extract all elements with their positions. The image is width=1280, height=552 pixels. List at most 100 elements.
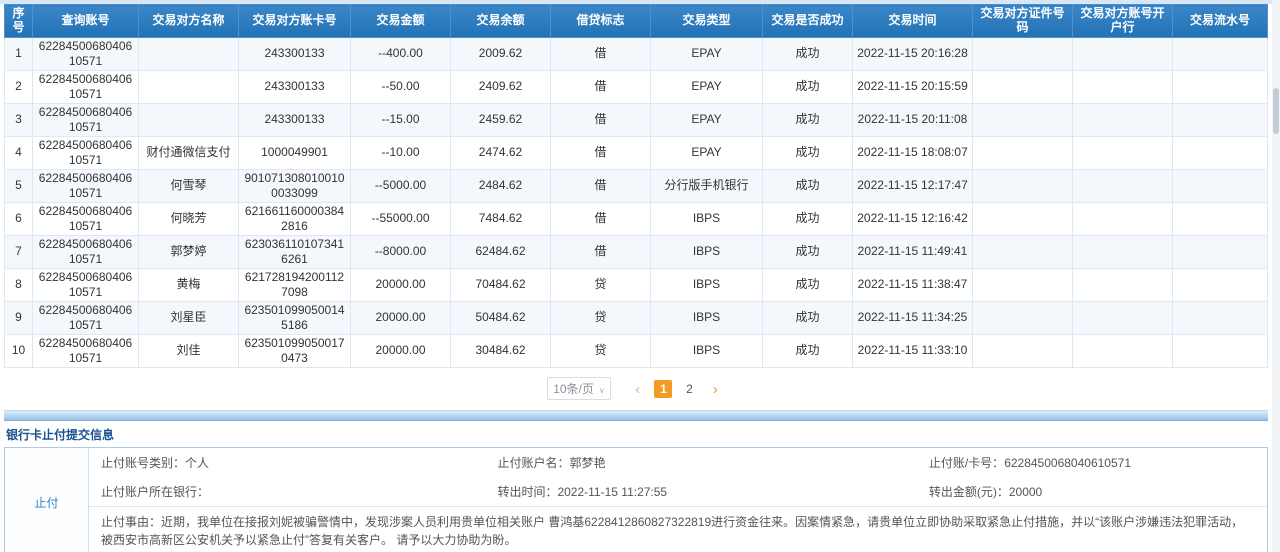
cell: 6228450068040610571 (33, 268, 139, 301)
cell (1073, 37, 1173, 70)
cell (973, 202, 1073, 235)
cell: 借 (551, 136, 651, 169)
cell: 20000.00 (351, 301, 451, 334)
column-header: 交易对方名称 (139, 5, 239, 38)
section-divider-bar (4, 410, 1268, 421)
column-header: 交易对方账卡号 (239, 5, 351, 38)
cell: 243300133 (239, 70, 351, 103)
cell: 62484.62 (451, 235, 551, 268)
cell: 借 (551, 202, 651, 235)
cell: 借 (551, 37, 651, 70)
cell: 2022-11-15 12:16:42 (853, 202, 973, 235)
cell: 4 (5, 136, 33, 169)
scrollbar-thumb[interactable] (1273, 88, 1279, 134)
cell (1173, 136, 1268, 169)
cell (1173, 301, 1268, 334)
cell: --15.00 (351, 103, 451, 136)
field-stop-bank: 止付账户所在银行： (101, 483, 497, 500)
cell: 成功 (763, 268, 853, 301)
cell: 6228450068040610571 (33, 70, 139, 103)
cell (1073, 169, 1173, 202)
cell: 2022-11-15 18:08:07 (853, 136, 973, 169)
cell: 财付通微信支付 (139, 136, 239, 169)
page-button-1[interactable]: 1 (654, 380, 672, 398)
cell: 成功 (763, 37, 853, 70)
cell: 2022-11-15 20:15:59 (853, 70, 973, 103)
cell: 7484.62 (451, 202, 551, 235)
cell (973, 301, 1073, 334)
cell: 2009.62 (451, 37, 551, 70)
cell: 贷 (551, 301, 651, 334)
table-row: 106228450068040610571刘佳62350109905001704… (5, 334, 1268, 367)
cell: IBPS (651, 235, 763, 268)
cell: 1 (5, 37, 33, 70)
page-size-select[interactable]: 10条/页 ∨ (547, 377, 611, 400)
cell: 成功 (763, 202, 853, 235)
cell: 6228450068040610571 (33, 169, 139, 202)
column-header: 序号 (5, 5, 33, 38)
cell: 2484.62 (451, 169, 551, 202)
cell (1073, 70, 1173, 103)
cell: 2022-11-15 11:34:25 (853, 301, 973, 334)
cell: IBPS (651, 268, 763, 301)
cell (973, 334, 1073, 367)
cell: 6228450068040610571 (33, 334, 139, 367)
group-label-stop: 止付 (5, 448, 89, 552)
cell: IBPS (651, 334, 763, 367)
cell: 贷 (551, 334, 651, 367)
cell (1073, 136, 1173, 169)
stop-payment-section-title: 银行卡止付提交信息 (4, 421, 1268, 447)
cell: 30484.62 (451, 334, 551, 367)
cell: 50484.62 (451, 301, 551, 334)
column-header: 交易时间 (853, 5, 973, 38)
field-stop-card-no: 止付账/卡号：6228450068040610571 (929, 454, 1267, 471)
cell (973, 169, 1073, 202)
table-row: 26228450068040610571243300133--50.002409… (5, 70, 1268, 103)
cell: 6216611600003842816 (239, 202, 351, 235)
cell: EPAY (651, 103, 763, 136)
cell: EPAY (651, 70, 763, 103)
cell: 20000.00 (351, 268, 451, 301)
cell: 郭梦婷 (139, 235, 239, 268)
cell (1073, 202, 1173, 235)
column-header: 交易类型 (651, 5, 763, 38)
prev-page-button[interactable]: ‹ (635, 381, 640, 398)
cell: 何晓芳 (139, 202, 239, 235)
cell: 成功 (763, 103, 853, 136)
cell: 6228450068040610571 (33, 301, 139, 334)
table-row: 46228450068040610571财付通微信支付1000049901--1… (5, 136, 1268, 169)
cell (1173, 169, 1268, 202)
next-page-button[interactable]: › (713, 381, 718, 398)
table-row: 96228450068040610571刘星臣62350109905001451… (5, 301, 1268, 334)
transactions-table: 序号查询账号交易对方名称交易对方账卡号交易金额交易余额借贷标志交易类型交易是否成… (4, 4, 1268, 368)
cell: 6228450068040610571 (33, 202, 139, 235)
cell (139, 70, 239, 103)
page-size-label: 10条/页 (553, 382, 594, 396)
cell: 9 (5, 301, 33, 334)
cell (1173, 37, 1268, 70)
page-button-2[interactable]: 2 (680, 380, 698, 398)
vertical-scrollbar[interactable] (1272, 0, 1280, 552)
cell: --8000.00 (351, 235, 451, 268)
field-transfer-time: 转出时间：2022-11-15 11:27:55 (497, 483, 928, 500)
chevron-down-icon: ∨ (599, 386, 605, 395)
table-row: 66228450068040610571何晓芳62166116000038428… (5, 202, 1268, 235)
column-header: 交易对方账号开户行 (1073, 5, 1173, 38)
cell: 2022-11-15 11:33:10 (853, 334, 973, 367)
cell (973, 37, 1073, 70)
cell: 何雪琴 (139, 169, 239, 202)
field-stop-account-type: 止付账号类别：个人 (101, 454, 497, 471)
cell (1073, 334, 1173, 367)
cell: 6228450068040610571 (33, 136, 139, 169)
cell: 70484.62 (451, 268, 551, 301)
cell (973, 70, 1073, 103)
cell: 成功 (763, 169, 853, 202)
cell: 6228450068040610571 (33, 103, 139, 136)
column-header: 交易流水号 (1173, 5, 1268, 38)
cell: 2022-11-15 20:16:28 (853, 37, 973, 70)
cell: --5000.00 (351, 169, 451, 202)
cell: 6235010990500170473 (239, 334, 351, 367)
cell (973, 235, 1073, 268)
cell: 分行版手机银行 (651, 169, 763, 202)
cell: 20000.00 (351, 334, 451, 367)
